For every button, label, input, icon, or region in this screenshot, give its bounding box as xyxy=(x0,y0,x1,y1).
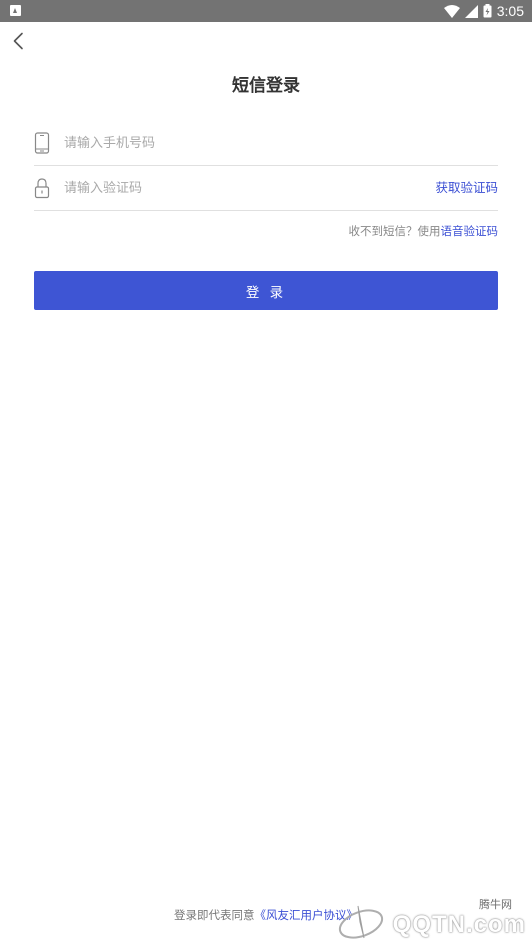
status-icons: 3:05 xyxy=(443,2,524,20)
watermark-logo-icon xyxy=(338,905,384,939)
login-screen: 3:05 短信登录 获取验证码 收不到短信？使用语音验证码 登 录 xyxy=(0,0,532,946)
chevron-left-icon xyxy=(13,32,23,50)
code-field-row: 获取验证码 xyxy=(34,166,498,211)
phone-field-row xyxy=(34,121,498,166)
sms-help-line: 收不到短信？使用语音验证码 xyxy=(349,222,499,240)
login-button[interactable]: 登 录 xyxy=(34,271,498,310)
agreement-text: 登录即代表同意 xyxy=(174,908,255,922)
sms-help-text: 收不到短信？使用 xyxy=(348,224,441,238)
status-bar: 3:05 xyxy=(0,0,532,22)
clock: 3:05 xyxy=(496,3,524,19)
wifi-icon xyxy=(443,4,460,18)
battery-icon xyxy=(483,4,492,18)
page-title: 短信登录 xyxy=(232,76,300,96)
watermark: 腾牛网 QQTN.com xyxy=(330,898,526,942)
phone-icon xyxy=(34,132,50,154)
get-code-button[interactable]: 获取验证码 xyxy=(435,179,498,197)
lock-icon xyxy=(34,178,50,199)
voice-code-link[interactable]: 语音验证码 xyxy=(441,224,499,238)
phone-input[interactable] xyxy=(64,131,424,155)
notification-icon xyxy=(10,5,21,16)
cell-signal-icon xyxy=(464,4,478,18)
back-button[interactable] xyxy=(8,30,28,52)
watermark-en-text: QQTN.com xyxy=(392,911,526,938)
verification-code-input[interactable] xyxy=(64,176,424,200)
